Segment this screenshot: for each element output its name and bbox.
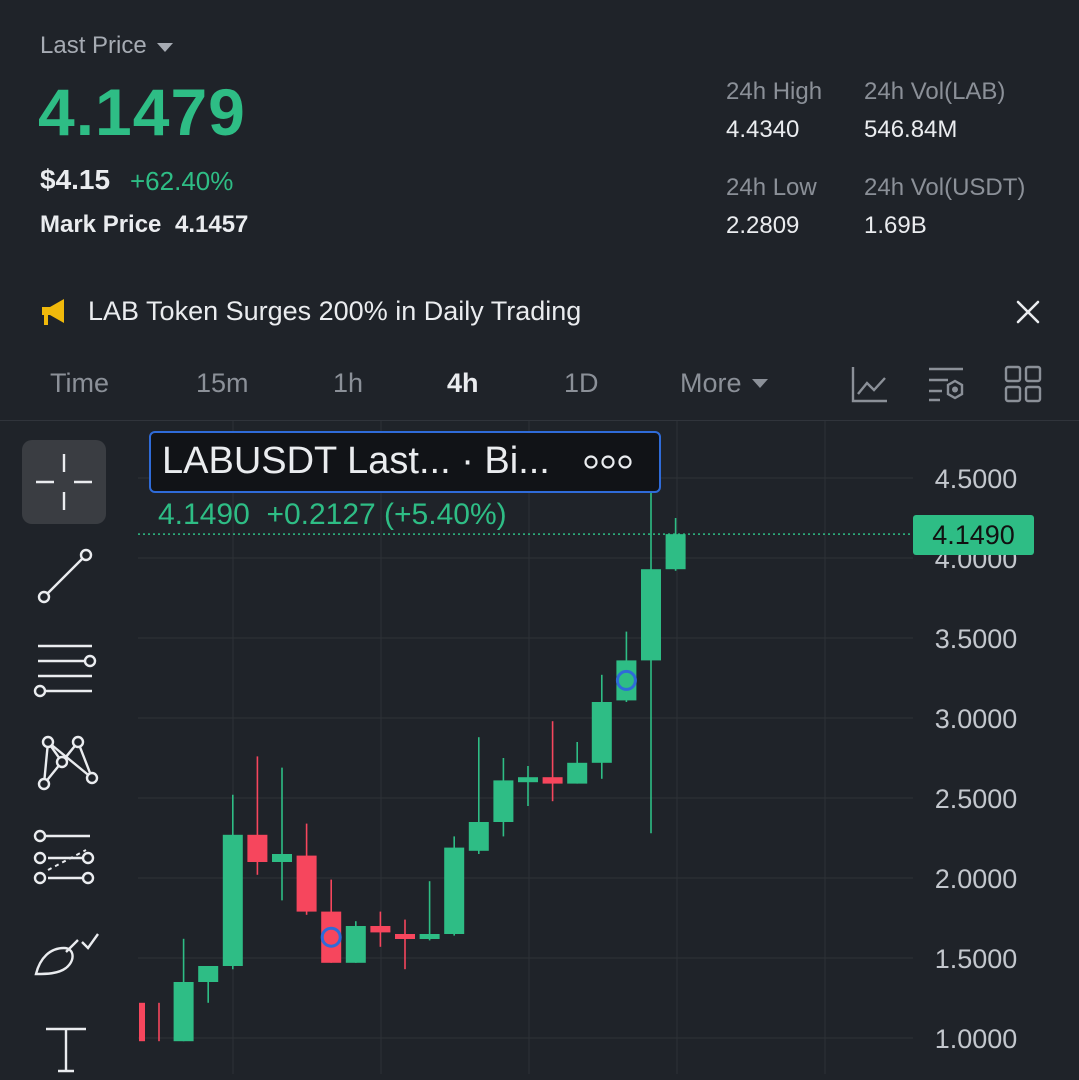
tab-1d[interactable]: 1D <box>564 368 599 399</box>
candle-body <box>468 822 489 851</box>
trend-line-tool[interactable] <box>30 543 102 607</box>
tab-15m[interactable]: 15m <box>196 368 249 399</box>
y-tick-label: 1.0000 <box>935 1024 1018 1054</box>
percent-change: +62.40% <box>130 166 234 196</box>
megaphone-icon <box>42 298 64 325</box>
indicator-icon[interactable] <box>850 364 890 404</box>
vol-quote-value: 1.69B <box>864 212 927 239</box>
last-price-dropdown[interactable]: Last Price <box>40 32 173 60</box>
y-tick-label: 2.0000 <box>935 864 1018 894</box>
y-tick-label: 3.5000 <box>935 624 1018 654</box>
tab-4h[interactable]: 4h <box>447 368 479 399</box>
parallel-lines-tool[interactable] <box>30 637 102 701</box>
candle-body <box>272 854 292 862</box>
vol-base-label: 24h Vol(LAB) <box>864 78 1006 105</box>
candle-body <box>139 1002 145 1042</box>
news-headline: LAB Token Surges 200% in Daily Trading <box>88 296 582 326</box>
close-icon[interactable] <box>1014 298 1042 326</box>
news-banner[interactable]: LAB Token Surges 200% in Daily Trading <box>40 296 581 327</box>
candle-body <box>296 855 317 912</box>
text-tool[interactable] <box>30 1016 102 1080</box>
pattern-tool[interactable] <box>30 732 102 796</box>
high-label: 24h High <box>726 78 823 105</box>
candle-body <box>641 569 661 661</box>
candle-body <box>493 780 514 822</box>
legend-price: 4.1490 <box>158 498 250 531</box>
current-price-tag-text: 4.1490 <box>932 520 1015 550</box>
more-options-icon[interactable] <box>583 450 633 474</box>
vol-base-value: 546.84M <box>864 116 958 143</box>
candle-body <box>665 534 686 570</box>
candle-body <box>419 934 440 939</box>
usd-price: $4.15 <box>40 164 111 195</box>
y-tick-label: 3.0000 <box>935 704 1018 734</box>
crosshair-tool[interactable] <box>22 440 106 524</box>
tab-more-label: More <box>680 368 742 398</box>
candle-body <box>370 926 391 933</box>
current-price-tag: 4.1490 <box>913 515 1034 555</box>
caret-down-icon <box>156 42 173 52</box>
candle-body <box>567 762 588 784</box>
tab-more[interactable]: More <box>680 368 768 399</box>
caret-down-icon <box>751 379 768 388</box>
candle-body <box>616 660 637 701</box>
legend-values: 4.1490 +0.2127 (+5.40%) <box>158 498 507 532</box>
tab-1h[interactable]: 1h <box>333 368 363 399</box>
candle-body <box>198 966 219 982</box>
low-value: 2.2809 <box>726 212 800 239</box>
candle-body <box>444 847 465 934</box>
mark-price-label: Mark Price <box>40 211 162 238</box>
last-price-value: 4.1479 <box>38 75 246 149</box>
candle-body <box>345 926 366 963</box>
low-label: 24h Low <box>726 174 817 201</box>
candle-body <box>222 834 243 966</box>
candle-body <box>395 934 415 939</box>
high-value: 4.4340 <box>726 116 800 143</box>
crosshair-icon <box>36 454 92 510</box>
brush-tool[interactable] <box>30 922 102 986</box>
candle-body <box>518 777 538 783</box>
symbol-legend-title: LABUSDT Last... · Bi... <box>162 440 550 482</box>
tab-time[interactable]: Time <box>50 368 109 399</box>
y-tick-label: 4.5000 <box>935 464 1018 494</box>
chart-settings-icon[interactable] <box>926 364 966 404</box>
candle-body <box>321 911 342 963</box>
fib-retracement-tool[interactable] <box>30 828 102 892</box>
candle-body <box>542 777 563 784</box>
y-tick-label: 2.5000 <box>935 784 1018 814</box>
y-tick-label: 1.5000 <box>935 944 1018 974</box>
mark-price-value: 4.1457 <box>175 211 249 238</box>
candle-body <box>173 982 194 1042</box>
candle-body <box>247 834 268 862</box>
grid-layout-icon[interactable] <box>1003 364 1043 404</box>
last-price-label: Last Price <box>40 32 147 59</box>
vol-quote-label: 24h Vol(USDT) <box>864 174 1026 201</box>
candle-body <box>591 702 612 763</box>
legend-change: +0.2127 (+5.40%) <box>266 498 507 531</box>
